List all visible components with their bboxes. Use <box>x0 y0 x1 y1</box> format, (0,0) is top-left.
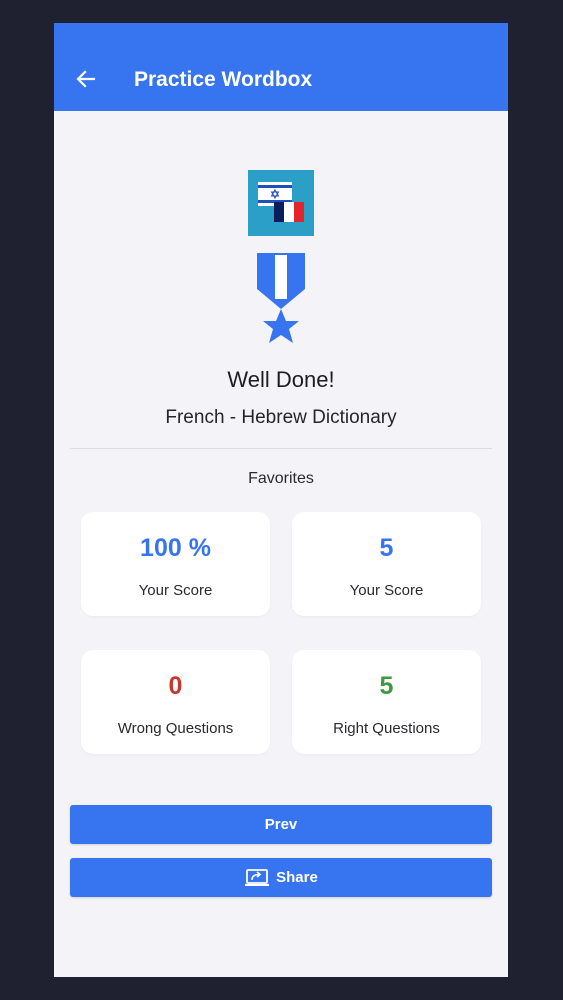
page-title: Practice Wordbox <box>134 68 313 91</box>
stat-label: Your Score <box>138 582 213 599</box>
israel-france-flags-icon <box>248 170 314 236</box>
stat-card-wrong: 0 Wrong Questions <box>81 650 270 754</box>
stat-label: Your Score <box>349 582 424 599</box>
stat-value: 100 % <box>140 534 211 562</box>
stat-value: 5 <box>379 534 394 562</box>
stat-label: Right Questions <box>333 720 440 737</box>
stat-label: Wrong Questions <box>117 720 234 737</box>
share-button-label: Share <box>276 869 318 886</box>
result-headline: Well Done! <box>227 367 335 392</box>
medal-star-icon <box>255 251 307 347</box>
stat-card-score-percent: 100 % Your Score <box>81 512 270 616</box>
stat-value: 0 <box>168 672 183 700</box>
arrow-left-icon <box>76 70 96 88</box>
divider <box>70 448 492 449</box>
section-label: Favorites <box>248 470 314 487</box>
stat-card-right: 5 Right Questions <box>292 650 481 754</box>
back-button[interactable] <box>68 61 104 97</box>
stat-value: 5 <box>379 672 394 700</box>
app-screen: Practice Wordbox Well Done! French - Heb… <box>54 23 508 977</box>
share-button[interactable]: Share <box>70 858 492 897</box>
stat-card-score-count: 5 Your Score <box>292 512 481 616</box>
app-bar: Practice Wordbox <box>54 23 508 111</box>
share-screen-icon <box>245 868 270 886</box>
prev-button-label: Prev <box>264 816 298 833</box>
dictionary-name: French - Hebrew Dictionary <box>165 407 397 428</box>
prev-button[interactable]: Prev <box>70 805 492 844</box>
